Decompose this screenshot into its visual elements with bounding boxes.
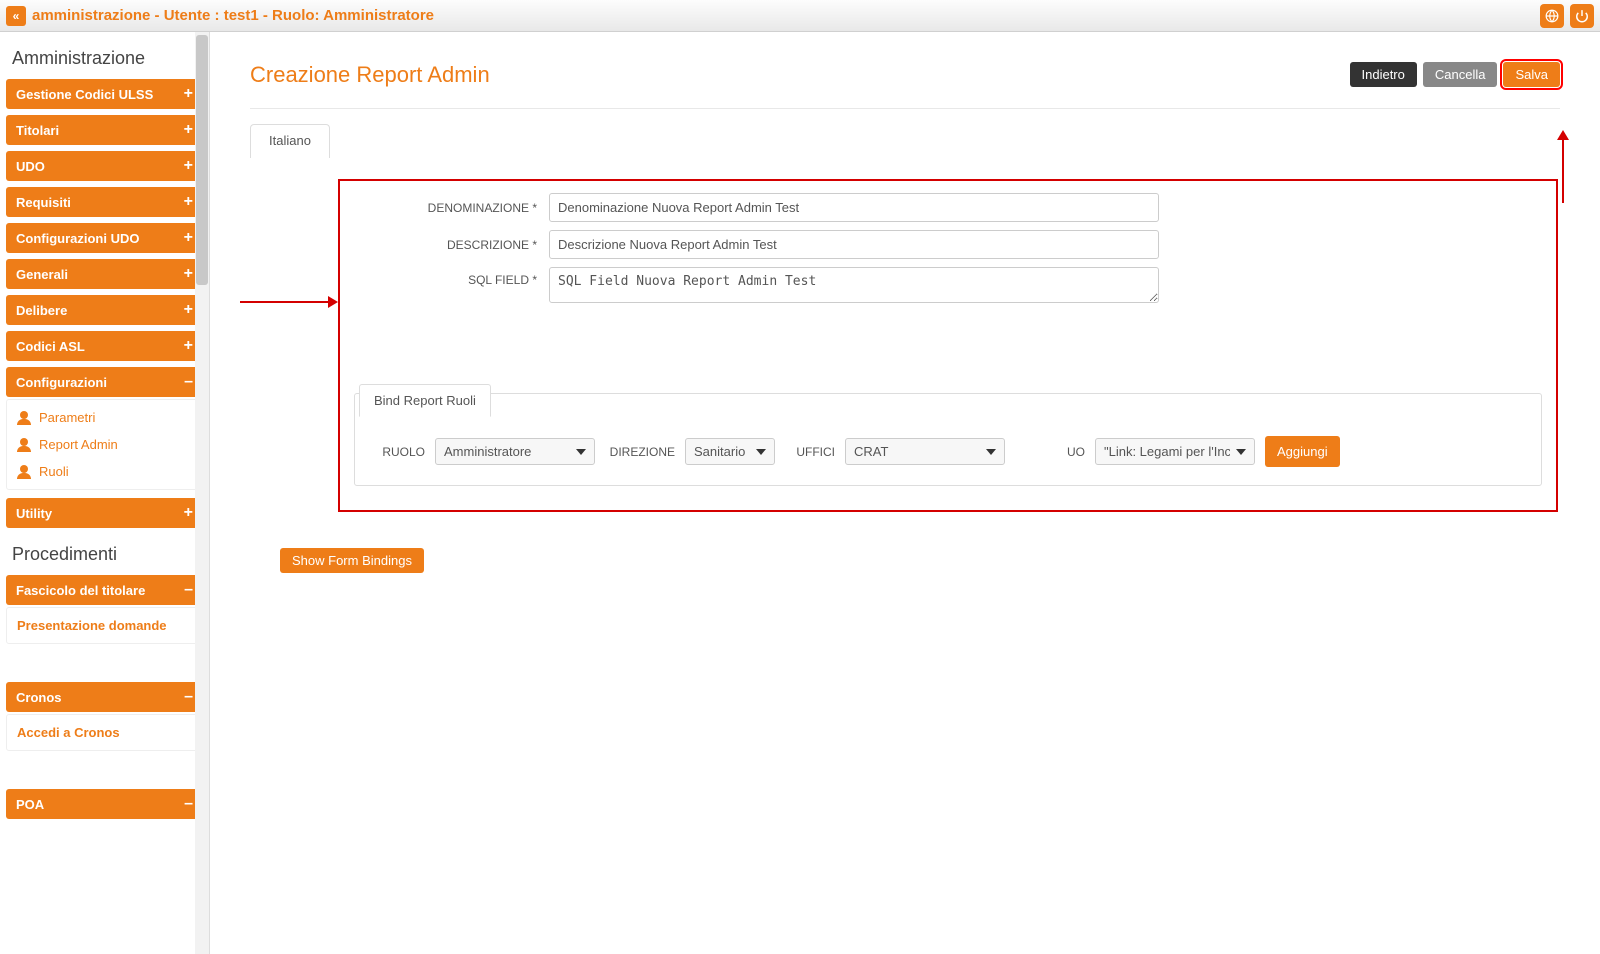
sidebar-item-label: Configurazioni UDO xyxy=(16,231,140,246)
sidebar-sub-label: Ruoli xyxy=(39,464,69,479)
sidebar-item-generali[interactable]: Generali + xyxy=(6,259,203,289)
form-panel: DENOMINAZIONE * DESCRIZIONE * SQL FIELD … xyxy=(338,179,1558,512)
descrizione-input[interactable] xyxy=(549,230,1159,259)
sidebar-item-label: UDO xyxy=(16,159,45,174)
expand-icon: + xyxy=(184,338,193,354)
user-icon xyxy=(17,465,31,479)
collapse-sidebar-button[interactable]: « xyxy=(6,6,26,26)
expand-icon: + xyxy=(184,158,193,174)
expand-icon: + xyxy=(184,86,193,102)
uo-label: UO xyxy=(1015,445,1085,459)
main-content: Creazione Report Admin Indietro Cancella… xyxy=(210,32,1600,954)
descrizione-label: DESCRIZIONE * xyxy=(354,238,549,252)
sidebar-item-label: POA xyxy=(16,797,44,812)
sidebar-sub-parametri[interactable]: Parametri xyxy=(7,404,202,431)
expand-icon: + xyxy=(184,230,193,246)
sidebar-sub-ruoli[interactable]: Ruoli xyxy=(7,458,202,485)
sidebar-item-label: Generali xyxy=(16,267,68,282)
collapse-icon: – xyxy=(184,374,193,390)
sidebar-section-procedimenti: Procedimenti xyxy=(6,534,203,575)
collapse-icon: – xyxy=(184,796,193,812)
sql-field-textarea[interactable] xyxy=(549,267,1159,303)
app-title: amministrazione - Utente : test1 - Ruolo… xyxy=(32,7,434,24)
ruolo-select[interactable]: Amministratore xyxy=(435,438,595,465)
annotation-arrow-icon xyxy=(240,301,336,303)
chevron-down-icon xyxy=(576,449,586,455)
sidebar-section-amministrazione: Amministrazione xyxy=(6,38,203,79)
sidebar-scrollbar-thumb[interactable] xyxy=(196,35,208,285)
sidebar-item-configurazioni[interactable]: Configurazioni – xyxy=(6,367,203,397)
tab-italiano[interactable]: Italiano xyxy=(250,124,330,158)
annotation-arrow-icon xyxy=(1562,138,1564,203)
sidebar-sublist-fascicolo: Presentazione domande xyxy=(6,607,203,644)
tab-bind-report-ruoli[interactable]: Bind Report Ruoli xyxy=(359,384,491,417)
sidebar-sub-label: Report Admin xyxy=(39,437,118,452)
sidebar-item-udo[interactable]: UDO + xyxy=(6,151,203,181)
sidebar-item-poa[interactable]: POA – xyxy=(6,789,203,819)
direzione-select-value: Sanitario xyxy=(694,444,745,459)
user-icon xyxy=(17,411,31,425)
user-icon xyxy=(17,438,31,452)
sidebar-item-gestione-codici-ulss[interactable]: Gestione Codici ULSS + xyxy=(6,79,203,109)
sidebar-sub-presentazione-domande[interactable]: Presentazione domande xyxy=(7,612,202,639)
uo-select-value: "Link: Legami per l'Inclusio xyxy=(1104,444,1230,459)
collapse-icon: – xyxy=(184,689,193,705)
sidebar-item-delibere[interactable]: Delibere + xyxy=(6,295,203,325)
sidebar-item-label: Codici ASL xyxy=(16,339,85,354)
globe-icon[interactable] xyxy=(1540,4,1564,28)
expand-icon: + xyxy=(184,194,193,210)
uffici-label: UFFICI xyxy=(785,445,835,459)
sidebar-sublist-configurazioni: Parametri Report Admin Ruoli xyxy=(6,399,203,490)
expand-icon: + xyxy=(184,505,193,521)
sidebar-sub-label: Parametri xyxy=(39,410,95,425)
ruolo-label: RUOLO xyxy=(375,445,425,459)
chevron-down-icon xyxy=(986,449,996,455)
expand-icon: + xyxy=(184,122,193,138)
sidebar-sub-accedi-cronos[interactable]: Accedi a Cronos xyxy=(7,719,202,746)
sidebar-sublist-cronos: Accedi a Cronos xyxy=(6,714,203,751)
expand-icon: + xyxy=(184,266,193,282)
denominazione-label: DENOMINAZIONE * xyxy=(354,201,549,215)
chevron-down-icon xyxy=(1236,449,1246,455)
sql-field-label: SQL FIELD * xyxy=(354,267,549,287)
denominazione-input[interactable] xyxy=(549,193,1159,222)
sidebar-sub-label: Accedi a Cronos xyxy=(17,725,120,740)
page-title: Creazione Report Admin xyxy=(250,62,490,88)
sidebar-sub-label: Presentazione domande xyxy=(17,618,167,633)
direzione-select[interactable]: Sanitario xyxy=(685,438,775,465)
direzione-label: DIREZIONE xyxy=(605,445,675,459)
sidebar-item-label: Cronos xyxy=(16,690,62,705)
chevron-down-icon xyxy=(756,449,766,455)
show-form-bindings-button[interactable]: Show Form Bindings xyxy=(280,548,424,573)
uo-select[interactable]: "Link: Legami per l'Inclusio xyxy=(1095,438,1255,465)
uffici-select[interactable]: CRAT xyxy=(845,438,1005,465)
back-button[interactable]: Indietro xyxy=(1350,62,1417,87)
sidebar-item-fascicolo[interactable]: Fascicolo del titolare – xyxy=(6,575,203,605)
sidebar-item-label: Fascicolo del titolare xyxy=(16,583,145,598)
sidebar-item-titolari[interactable]: Titolari + xyxy=(6,115,203,145)
collapse-icon: – xyxy=(184,582,193,598)
sidebar: Amministrazione Gestione Codici ULSS + T… xyxy=(0,32,210,954)
topbar: « amministrazione - Utente : test1 - Ruo… xyxy=(0,0,1600,32)
sidebar-item-cronos[interactable]: Cronos – xyxy=(6,682,203,712)
sidebar-scrollbar[interactable] xyxy=(195,32,209,954)
sidebar-item-label: Configurazioni xyxy=(16,375,107,390)
uffici-select-value: CRAT xyxy=(854,444,888,459)
power-icon[interactable] xyxy=(1570,4,1594,28)
sidebar-item-configurazioni-udo[interactable]: Configurazioni UDO + xyxy=(6,223,203,253)
save-button[interactable]: Salva xyxy=(1503,62,1560,87)
sidebar-item-label: Utility xyxy=(16,506,52,521)
sidebar-sub-report-admin[interactable]: Report Admin xyxy=(7,431,202,458)
sidebar-item-label: Gestione Codici ULSS xyxy=(16,87,153,102)
sidebar-item-label: Titolari xyxy=(16,123,59,138)
aggiungi-button[interactable]: Aggiungi xyxy=(1265,436,1340,467)
sidebar-item-utility[interactable]: Utility + xyxy=(6,498,203,528)
cancel-button[interactable]: Cancella xyxy=(1423,62,1498,87)
expand-icon: + xyxy=(184,302,193,318)
ruolo-select-value: Amministratore xyxy=(444,444,531,459)
sidebar-item-label: Requisiti xyxy=(16,195,71,210)
sidebar-item-label: Delibere xyxy=(16,303,67,318)
sidebar-item-requisiti[interactable]: Requisiti + xyxy=(6,187,203,217)
sidebar-item-codici-asl[interactable]: Codici ASL + xyxy=(6,331,203,361)
